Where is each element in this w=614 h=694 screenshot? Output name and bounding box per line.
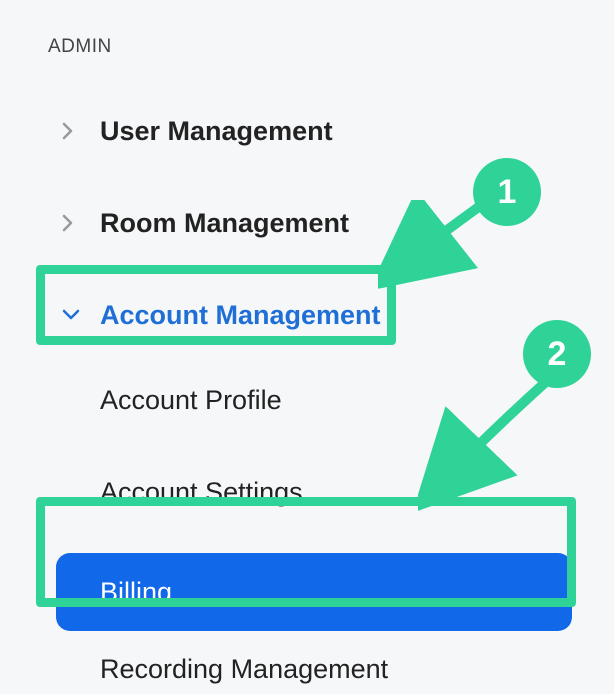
sub-item-billing[interactable]: Billing [48, 538, 614, 630]
step-badge-1: 1 [473, 158, 541, 226]
chevron-right-icon [62, 122, 86, 140]
billing-pill: Billing [56, 553, 572, 631]
step-badge-2: 2 [523, 320, 591, 388]
account-management-subitems: Account Profile Account Settings Billing… [48, 354, 614, 694]
nav-label-account-management: Account Management [100, 302, 381, 329]
chevron-right-icon [62, 214, 86, 232]
admin-sidebar: ADMIN User Management Room Management Ac… [0, 0, 614, 694]
sub-item-account-settings[interactable]: Account Settings [48, 446, 614, 538]
nav-item-user-management[interactable]: User Management [48, 106, 614, 156]
chevron-down-icon [62, 309, 86, 321]
nav-label-user-management: User Management [100, 118, 333, 145]
nav-label-room-management: Room Management [100, 210, 349, 237]
section-header-admin: ADMIN [48, 36, 614, 58]
sub-item-recording-management[interactable]: Recording Management [48, 630, 614, 694]
